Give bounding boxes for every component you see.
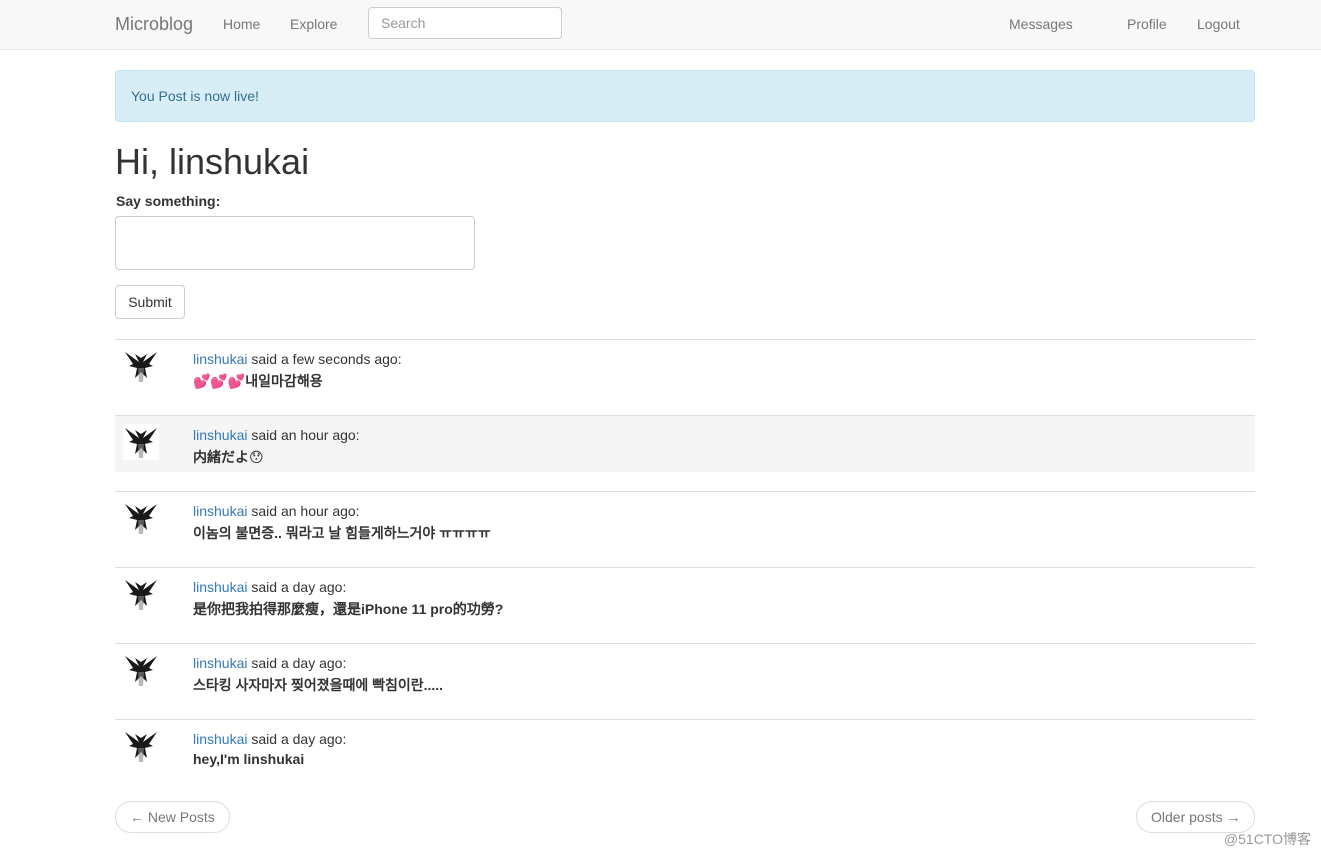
post-content: linshukai said a day ago: 스타킹 사자마자 찢어졌을때… [115,644,1255,700]
post-timestamp: said a day ago: [251,579,347,595]
newer-posts-button[interactable]: ← New Posts [115,801,230,833]
post-meta: linshukai said a few seconds ago: [193,351,402,367]
avatar-icon[interactable] [123,348,159,384]
post-author-link[interactable]: linshukai [193,731,247,747]
post-item: linshukai said an hour ago: 이놈의 불면증.. 뭐라… [115,491,1255,567]
avatar-icon[interactable] [123,728,159,764]
nav-explore-link[interactable]: Explore [290,16,337,32]
post-body: hey,I'm linshukai [193,751,305,767]
post-meta: linshukai said a day ago: [193,655,346,671]
page-title: Hi, linshukai [115,141,310,182]
post-timestamp: said a few seconds ago: [251,351,402,367]
nav-messages-link[interactable]: Messages [1009,16,1073,32]
post-timestamp: said an hour ago: [251,427,360,443]
post-timestamp: said a day ago: [251,731,347,747]
watermark: @51CTO博客 [1223,831,1311,847]
top-navbar: Microblog Home Explore Messages Profile … [0,0,1321,50]
post-item: linshukai said an hour ago: 内緒だよ😯 [115,415,1255,491]
post-author-link[interactable]: linshukai [193,351,247,367]
post-content: linshukai said a day ago: hey,I'm linshu… [115,720,1255,776]
post-meta: linshukai said a day ago: [193,731,346,747]
post-content: linshukai said an hour ago: 内緒だよ😯 [115,416,1255,472]
avatar-icon[interactable] [123,576,159,612]
post-timestamp: said an hour ago: [251,503,360,519]
post-body: 是你把我拍得那麼瘦，還是iPhone 11 pro的功勞? [193,601,504,617]
post-body: 스타킹 사자마자 찢어졌을때에 빡침이란..... [193,677,444,693]
submit-button[interactable]: Submit [115,285,185,319]
post-content: linshukai said a few seconds ago: 💕💕💕내일마… [115,340,1255,396]
avatar-icon[interactable] [123,424,159,460]
post-body: 💕💕💕내일마감해용 [193,373,323,389]
post-form-label: Say something: [116,193,221,209]
post-timestamp: said a day ago: [251,655,347,671]
post-author-link[interactable]: linshukai [193,427,247,443]
post-meta: linshukai said a day ago: [193,579,346,595]
post-item: linshukai said a day ago: 스타킹 사자마자 찢어졌을때… [115,643,1255,719]
post-textarea[interactable] [115,216,475,270]
avatar-icon[interactable] [123,652,159,688]
search-input[interactable] [368,7,562,39]
post-content: linshukai said a day ago: 是你把我拍得那麼瘦，還是iP… [115,568,1255,624]
post-item: linshukai said a few seconds ago: 💕💕💕내일마… [115,339,1255,415]
nav-home-link[interactable]: Home [223,16,260,32]
post-content: linshukai said an hour ago: 이놈의 불면증.. 뭐라… [115,492,1255,548]
post-meta: linshukai said an hour ago: [193,503,360,519]
post-item: linshukai said a day ago: 是你把我拍得那麼瘦，還是iP… [115,567,1255,643]
post-body: 이놈의 불면증.. 뭐라고 날 힘들게하느거야 ㅠㅠㅠㅠ [193,525,491,541]
flash-alert: You Post is now live! [115,70,1255,122]
post-list: linshukai said a few seconds ago: 💕💕💕내일마… [115,339,1255,795]
post-meta: linshukai said an hour ago: [193,427,360,443]
brand-link[interactable]: Microblog [115,14,193,35]
nav-logout-link[interactable]: Logout [1197,16,1240,32]
post-body: 内緒だよ😯 [193,449,264,465]
post-author-link[interactable]: linshukai [193,655,247,671]
nav-profile-link[interactable]: Profile [1127,16,1167,32]
post-author-link[interactable]: linshukai [193,579,247,595]
post-item: linshukai said a day ago: hey,I'm linshu… [115,719,1255,795]
post-author-link[interactable]: linshukai [193,503,247,519]
avatar-icon[interactable] [123,500,159,536]
